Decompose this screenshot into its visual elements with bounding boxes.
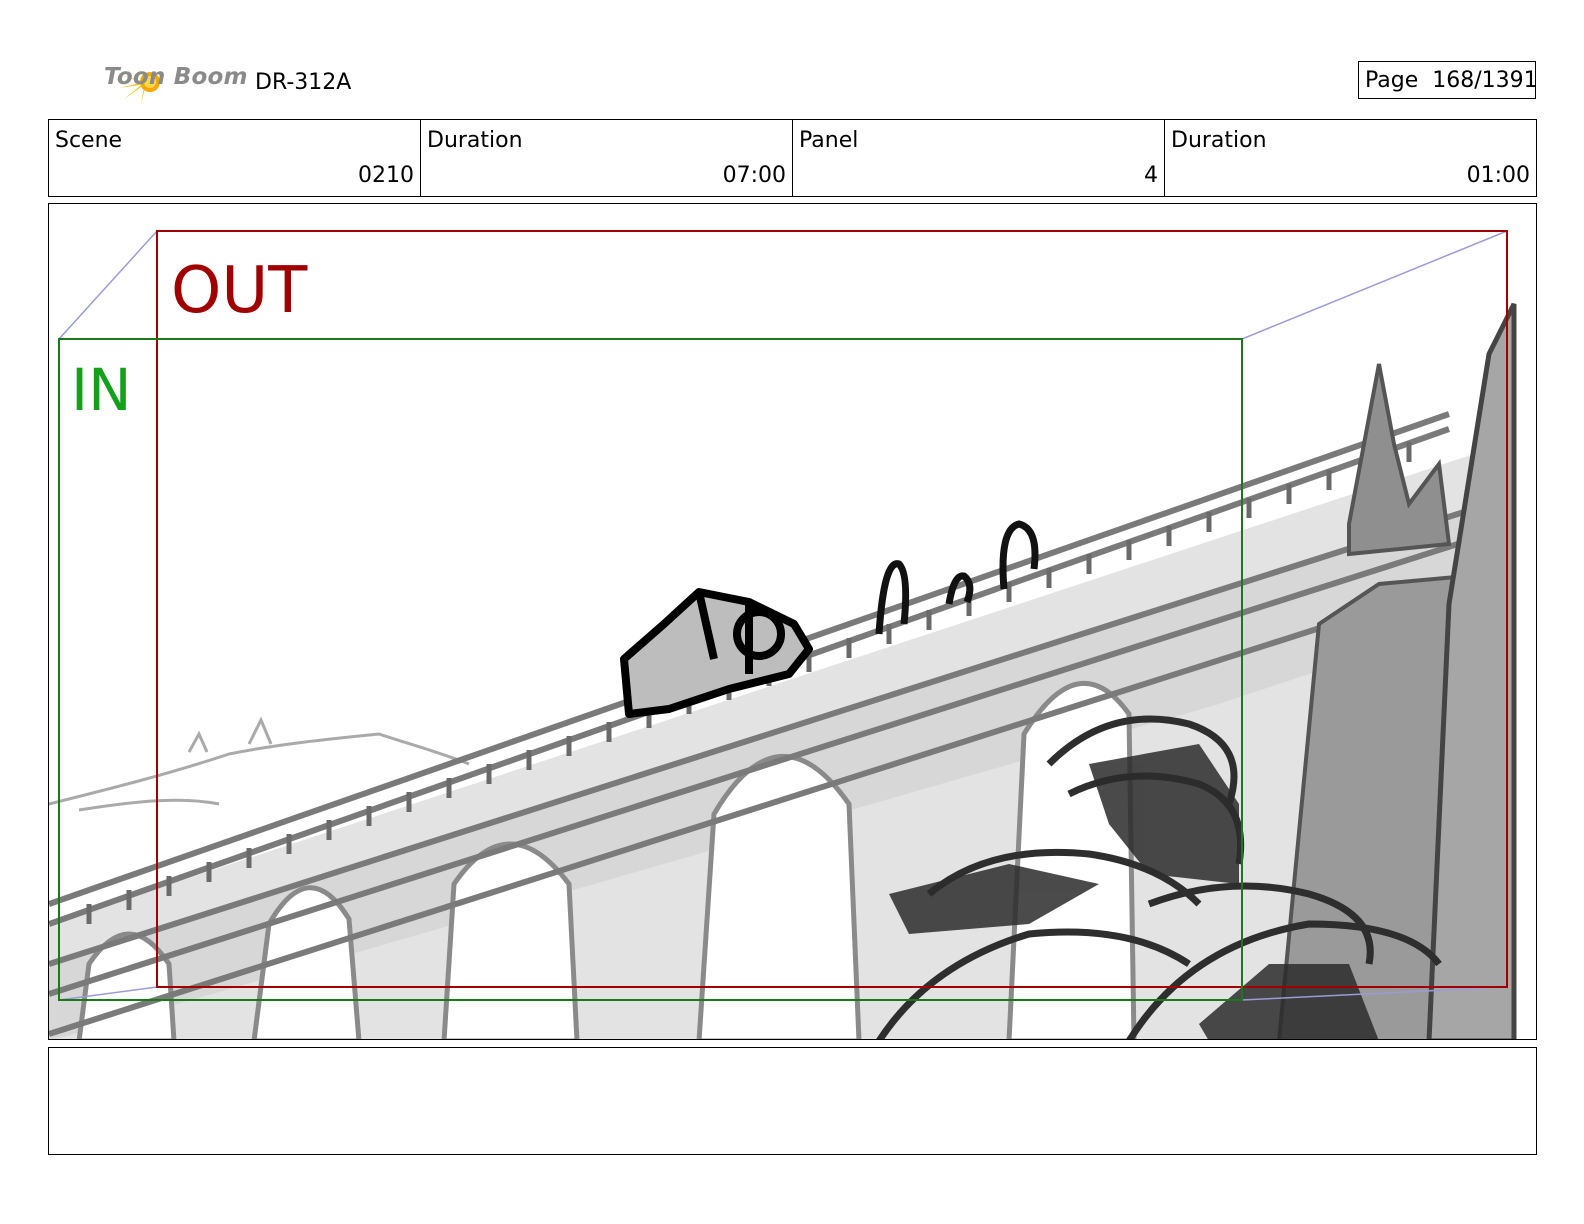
project-title: DR-312A [255,70,352,95]
panel-duration-label: Duration [1171,128,1267,153]
page-indicator: Page 168/1391 [1358,61,1538,99]
scene-value: 0210 [358,163,414,188]
panel-value: 4 [1144,163,1158,188]
page-number: 168/1391 [1432,67,1538,93]
panel-notes-area[interactable] [48,1047,1537,1155]
storyboard-panel: OUT IN [48,203,1537,1040]
panel-cell: Panel 4 [793,120,1165,196]
panel-label: Panel [799,128,859,153]
panel-duration-cell: Duration 01:00 [1165,120,1536,196]
scene-duration-cell: Duration 07:00 [421,120,793,196]
scene-cell: Scene 0210 [49,120,421,196]
panel-duration-value: 01:00 [1466,163,1530,188]
page-label: Page [1365,67,1419,93]
scene-label: Scene [55,128,123,153]
scene-duration-value: 07:00 [722,163,786,188]
logo-text: Toon Boom [104,64,248,90]
scene-info-table: Scene 0210 Duration 07:00 Panel 4 Durati… [48,119,1537,197]
tower-sketch [1277,302,1517,1039]
panel-sketch: OUT IN [49,230,1517,1039]
out-label: OUT [171,254,308,328]
scene-duration-label: Duration [427,128,523,153]
in-label: IN [71,356,132,424]
